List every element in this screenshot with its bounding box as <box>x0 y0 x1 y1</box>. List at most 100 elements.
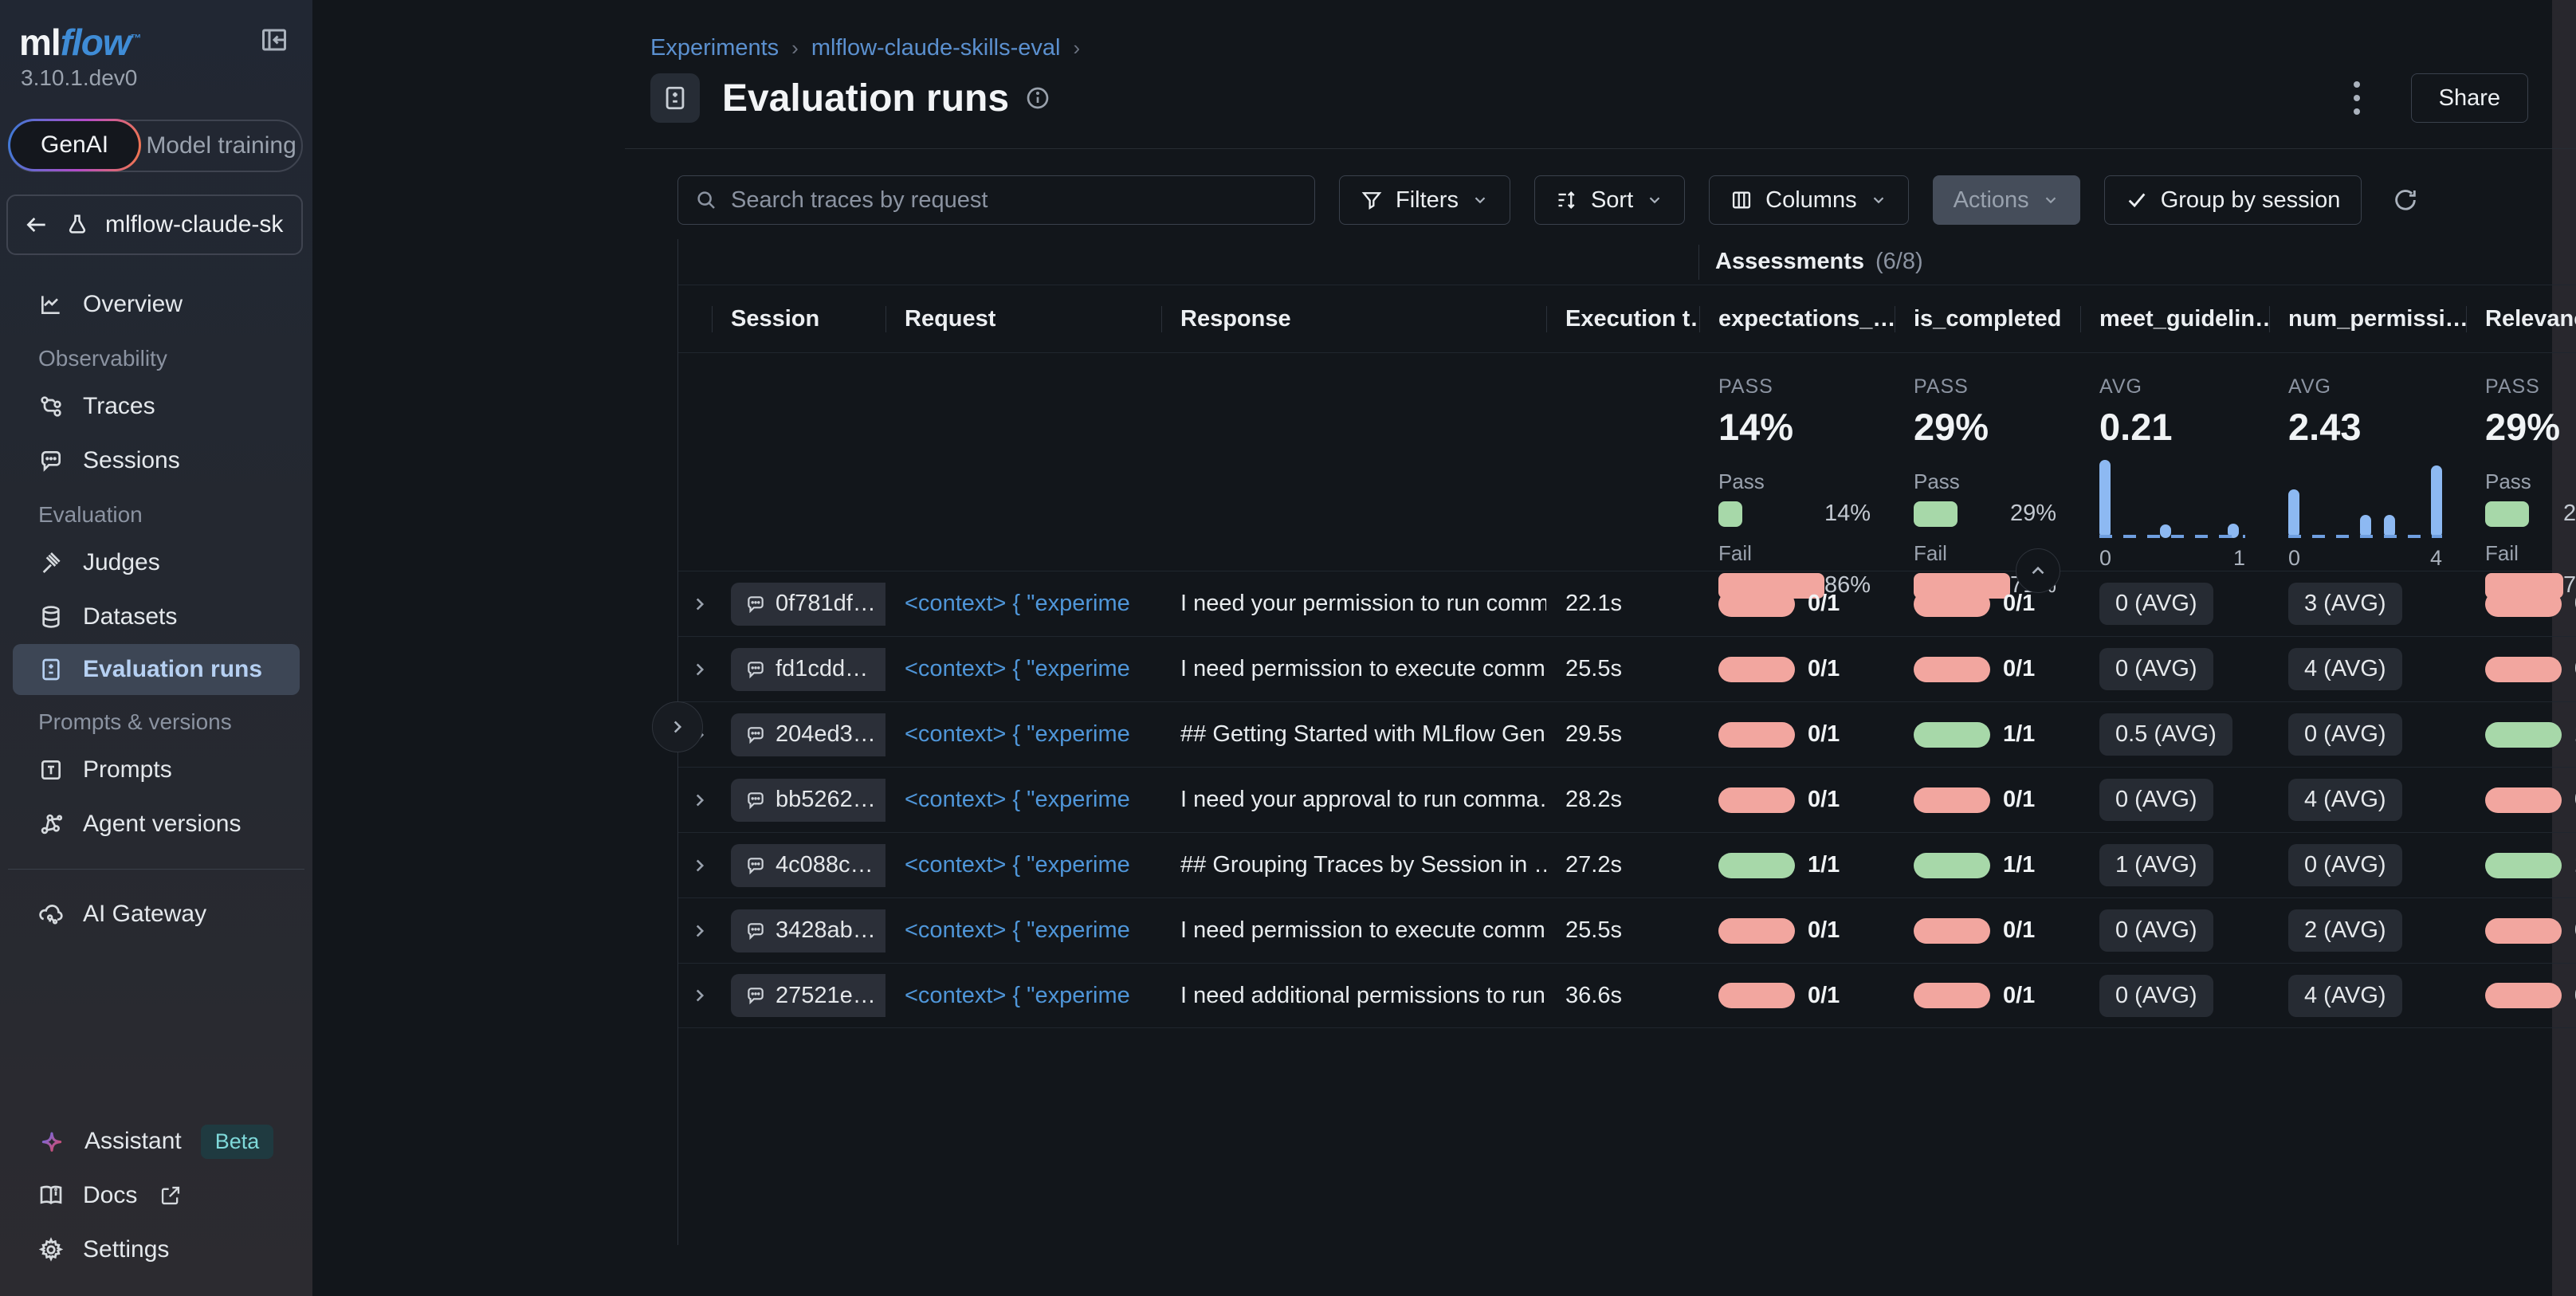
tab-model-training[interactable]: Model training <box>141 132 301 159</box>
col-header-relevance[interactable]: Relevance <box>2466 306 2576 332</box>
mlflow-logo: mlflow™ <box>19 21 141 64</box>
request-link[interactable]: <context> { "experime <box>905 591 1130 616</box>
session-cell[interactable]: 3428ab60-… <box>712 909 886 952</box>
session-cell[interactable]: 27521ed0-… <box>712 974 886 1017</box>
session-cell[interactable]: bb5262eb-… <box>712 779 886 822</box>
chat-bubble-icon <box>745 855 766 876</box>
col-header-response[interactable]: Response <box>1161 306 1546 332</box>
col-header-meet-guidelines[interactable]: meet_guidelin… <box>2080 306 2269 332</box>
database-icon <box>38 604 64 630</box>
response-cell[interactable]: ## Grouping Traces by Session in … <box>1161 852 1546 878</box>
sidebar-item-datasets[interactable]: Datasets <box>0 590 312 644</box>
sidebar-item-overview[interactable]: Overview <box>0 277 312 332</box>
session-pill[interactable]: 27521ed0-… <box>731 974 886 1017</box>
session-cell[interactable]: 4c088ca0-… <box>712 844 886 887</box>
refresh-icon[interactable] <box>2386 180 2425 220</box>
table-row[interactable]: 3428ab60-… <context> { "experime I need … <box>678 897 2576 963</box>
group-by-session-button[interactable]: Group by session <box>2104 175 2362 225</box>
session-pill[interactable]: bb5262eb-… <box>731 779 886 822</box>
assessment-cell: 0 (AVG) <box>2080 909 2269 952</box>
request-link[interactable]: <context> { "experime <box>905 721 1130 747</box>
response-cell[interactable]: I need your approval to run comma… <box>1161 787 1546 813</box>
request-link[interactable]: <context> { "experime <box>905 787 1130 812</box>
table-row[interactable]: bb5262eb-… <context> { "experime I need … <box>678 767 2576 832</box>
request-link[interactable]: <context> { "experime <box>905 852 1130 878</box>
sidebar-item-docs[interactable]: Docs <box>0 1168 312 1223</box>
row-expand-chevron-icon[interactable] <box>678 790 712 811</box>
row-expand-chevron-icon[interactable] <box>678 985 712 1006</box>
experiment-selector[interactable]: mlflow-claude-sk... <box>6 194 303 255</box>
request-cell[interactable]: <context> { "experime <box>886 917 1161 944</box>
col-header-expectations[interactable]: expectations_… <box>1699 306 1895 332</box>
sidebar-item-evaluation-runs[interactable]: Evaluation runs <box>13 644 300 695</box>
fail-result-bar <box>1718 787 1795 813</box>
table-row[interactable]: 27521ed0-… <context> { "experime I need … <box>678 963 2576 1028</box>
request-cell[interactable]: <context> { "experime <box>886 852 1161 878</box>
fraction-value: 0/1 <box>1808 983 1840 1009</box>
search-box[interactable] <box>677 175 1315 225</box>
response-cell[interactable]: ## Getting Started with MLflow Gen… <box>1161 721 1546 748</box>
chevron-down-icon <box>2042 191 2060 209</box>
col-header-request[interactable]: Request <box>886 306 1161 332</box>
session-cell[interactable]: 204ed342-… <box>712 713 886 756</box>
request-cell[interactable]: <context> { "experime <box>886 721 1161 748</box>
columns-button[interactable]: Columns <box>1709 175 1908 225</box>
row-expand-chevron-icon[interactable] <box>678 855 712 876</box>
request-link[interactable]: <context> { "experime <box>905 656 1130 681</box>
request-cell[interactable]: <context> { "experime <box>886 656 1161 682</box>
tab-genai[interactable]: GenAI <box>8 119 141 171</box>
request-link[interactable]: <context> { "experime <box>905 983 1130 1008</box>
sidebar-item-assistant[interactable]: Assistant Beta <box>0 1114 312 1168</box>
session-pill[interactable]: 204ed342-… <box>731 713 886 756</box>
sidebar-item-ai-gateway[interactable]: AI Gateway <box>0 887 312 941</box>
request-cell[interactable]: <context> { "experime <box>886 787 1161 813</box>
response-cell[interactable]: I need your permission to run comm… <box>1161 591 1546 617</box>
actions-button[interactable]: Actions <box>1933 175 2080 225</box>
search-input[interactable] <box>731 187 1298 214</box>
request-link[interactable]: <context> { "experime <box>905 917 1130 943</box>
col-header-execution[interactable]: Execution t… <box>1546 306 1699 332</box>
share-button[interactable]: Share <box>2411 73 2528 123</box>
back-arrow-icon[interactable] <box>24 212 49 238</box>
sidebar: mlflow™ 3.10.1.dev0 GenAI Model training… <box>0 0 312 1296</box>
collapse-summary-button[interactable] <box>2016 548 2060 593</box>
response-cell[interactable]: I need permission to execute comm… <box>1161 656 1546 682</box>
fraction-value: 0/1 <box>2003 787 2035 813</box>
chart-line-icon <box>38 292 64 317</box>
breadcrumb-experiment-name[interactable]: mlflow-claude-skills-eval <box>811 35 1061 61</box>
session-cell[interactable]: fd1cdd45-… <box>712 648 886 691</box>
table-row[interactable]: 204ed342-… <context> { "experime ## Gett… <box>678 701 2576 767</box>
sidebar-item-judges[interactable]: Judges <box>0 536 312 590</box>
sidebar-item-prompts[interactable]: Prompts <box>0 743 312 797</box>
row-expand-chevron-icon[interactable] <box>678 594 712 615</box>
row-expand-chevron-icon[interactable] <box>678 921 712 941</box>
row-expand-chevron-icon[interactable] <box>678 659 712 680</box>
session-pill[interactable]: 3428ab60-… <box>731 909 886 952</box>
col-header-num-permissions[interactable]: num_permissi… <box>2269 306 2466 332</box>
col-header-session[interactable]: Session <box>712 306 886 332</box>
sidebar-item-agent-versions[interactable]: Agent versions <box>0 797 312 851</box>
breadcrumb-experiments[interactable]: Experiments <box>650 35 779 61</box>
info-icon[interactable] <box>1025 85 1050 111</box>
request-cell[interactable]: <context> { "experime <box>886 983 1161 1009</box>
table-row[interactable]: 4c088ca0-… <context> { "experime ## Grou… <box>678 832 2576 897</box>
session-pill[interactable]: 4c088ca0-… <box>731 844 886 887</box>
main-content: Experiments › mlflow-claude-skills-eval … <box>312 0 2576 1296</box>
sidebar-item-traces[interactable]: Traces <box>0 379 312 434</box>
table-row[interactable]: 0f781df8-4… <context> { "experime I need… <box>678 571 2576 636</box>
sidebar-item-sessions[interactable]: Sessions <box>0 434 312 488</box>
open-side-panel-button[interactable] <box>652 701 703 752</box>
session-pill[interactable]: fd1cdd45-… <box>731 648 886 691</box>
sidebar-item-settings[interactable]: Settings <box>0 1223 312 1277</box>
response-cell[interactable]: I need additional permissions to run… <box>1161 983 1546 1009</box>
col-header-is-completed[interactable]: is_completed <box>1895 306 2080 332</box>
sort-button[interactable]: Sort <box>1534 175 1685 225</box>
filters-button[interactable]: Filters <box>1339 175 1510 225</box>
overflow-menu-icon[interactable] <box>2346 73 2368 123</box>
table-row[interactable]: fd1cdd45-… <context> { "experime I need … <box>678 636 2576 701</box>
response-cell[interactable]: I need permission to execute comm… <box>1161 917 1546 944</box>
session-cell[interactable]: 0f781df8-4… <box>712 583 886 626</box>
session-pill[interactable]: 0f781df8-4… <box>731 583 886 626</box>
collapse-sidebar-icon[interactable] <box>255 21 293 59</box>
request-cell[interactable]: <context> { "experime <box>886 591 1161 617</box>
